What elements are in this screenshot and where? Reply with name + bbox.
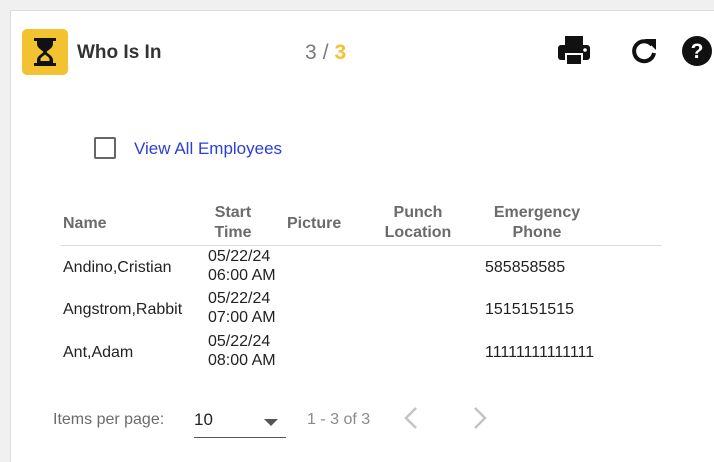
print-icon [557,35,591,72]
column-header-name[interactable]: Name [63,214,107,234]
svg-text:?: ? [691,40,704,63]
table-header-divider [61,245,662,246]
chevron-left-icon [404,406,418,435]
row-1-name: Andino,Cristian [63,259,172,276]
row-3-start-clock: 08:00 AM [208,352,276,369]
chevron-down-icon [264,419,278,426]
column-header-emergency-phone[interactable]: Emergency Phone [485,203,589,243]
punch-location-header-line2: Location [384,224,452,241]
row-2-emergency-phone: 1515151515 [485,301,574,318]
items-per-page-select[interactable]: 10 [194,405,286,438]
chevron-right-icon [473,406,487,435]
counter-separator: / [322,41,329,64]
who-is-in-widget: Who Is In 3/3 ? View All Employees Name … [10,10,714,462]
column-header-picture[interactable]: Picture [287,214,341,234]
print-button[interactable] [557,35,591,72]
emergency-phone-header-line1: Emergency [493,204,581,221]
row-1-start-date: 05/22/24 [208,248,271,265]
widget-title: Who Is In [77,42,162,63]
items-per-page-label: Items per page: [53,411,165,428]
start-time-header-line1: Start [214,204,252,221]
row-2-start-clock: 07:00 AM [208,309,276,326]
row-3-name: Ant,Adam [63,344,134,361]
record-counter: 3/3 [305,41,346,65]
refresh-icon [630,37,658,70]
help-button[interactable]: ? [680,35,714,72]
emergency-phone-header-line2: Phone [512,224,562,241]
row-3-emergency-phone: 11111111111111 [485,344,595,361]
help-icon: ? [681,35,713,72]
row-1-emergency-phone: 585858585 [485,259,566,276]
previous-page-button[interactable] [398,405,424,435]
row-1-start-time: 05/22/24 06:00 AM [208,247,276,285]
page-range-label: 1 - 3 of 3 [307,411,371,428]
row-1-start-clock: 06:00 AM [208,267,276,284]
row-2-start-time: 05/22/24 07:00 AM [208,289,276,327]
counter-total: 3 [334,41,347,64]
hourglass-icon [22,29,68,75]
row-2-start-date: 05/22/24 [208,290,271,307]
counter-current: 3 [305,41,317,64]
refresh-button[interactable] [627,36,661,70]
row-2-name: Angstrom,Rabbit [63,301,183,318]
punch-location-header-line1: Punch [393,204,443,221]
view-all-employees-label[interactable]: View All Employees [134,139,282,159]
row-3-start-time: 05/22/24 08:00 AM [208,332,276,370]
column-header-start-time[interactable]: Start Time [207,203,259,243]
next-page-button[interactable] [467,405,493,435]
view-all-checkbox[interactable] [94,137,116,159]
items-per-page-value: 10 [194,410,213,429]
start-time-header-line2: Time [214,224,252,241]
row-3-start-date: 05/22/24 [208,333,271,350]
column-header-punch-location[interactable]: Punch Location [375,203,461,243]
